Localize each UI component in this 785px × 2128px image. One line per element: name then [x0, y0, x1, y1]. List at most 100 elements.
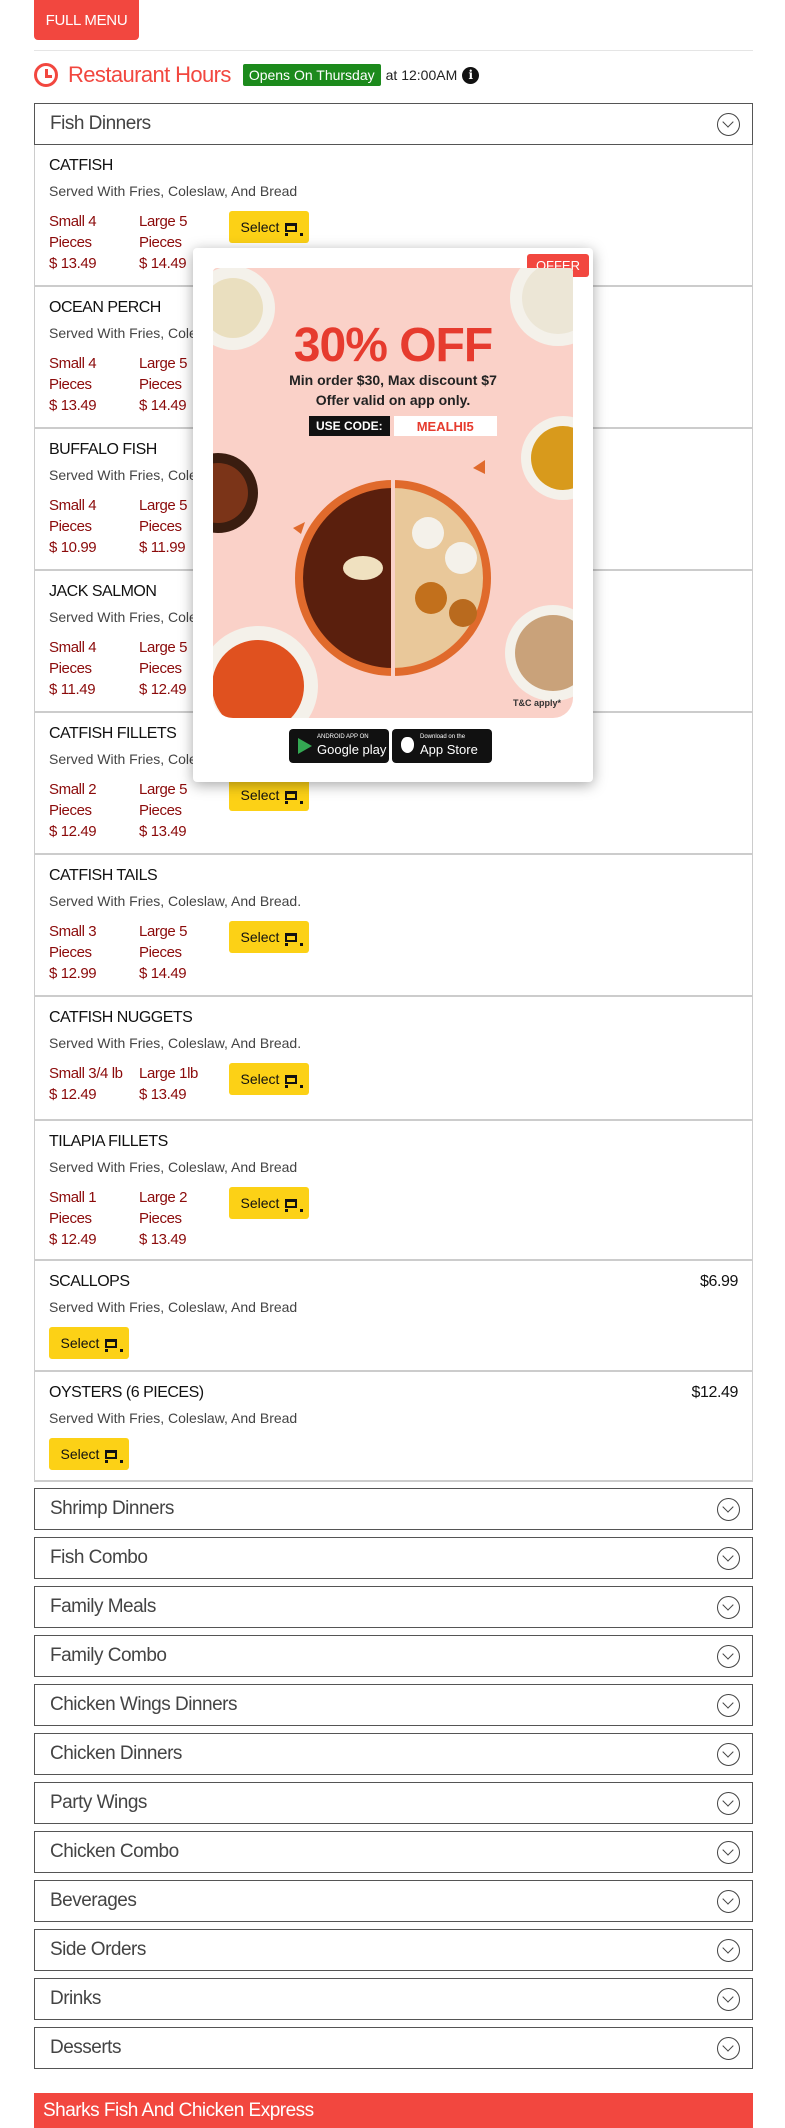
size-unit: Pieces: [139, 944, 182, 961]
divider: [34, 50, 753, 51]
category-header[interactable]: Chicken Wings Dinners: [34, 1684, 753, 1726]
google-play-icon: [298, 738, 312, 754]
restaurant-hours: Restaurant Hours Opens On Thursday at 12…: [34, 60, 480, 90]
size-price: $ 13.49: [139, 1231, 187, 1248]
size-unit: Pieces: [49, 802, 92, 819]
select-label: Select: [240, 219, 280, 235]
size-label: Large 1lb: [139, 1065, 198, 1082]
size-option: Small 2 Pieces $ 12.49: [49, 779, 129, 842]
size-option: Large 2 Pieces $ 13.49: [139, 1187, 219, 1250]
size-option: Large 5 Pieces $ 14.49: [139, 921, 219, 984]
size-unit: Pieces: [49, 518, 92, 535]
cart-icon: [285, 1198, 304, 1212]
item-name: CATFISH: [49, 157, 113, 174]
size-price: $ 13.49: [139, 823, 187, 840]
item-name: TILAPIA FILLETS: [49, 1133, 168, 1150]
category-title: Chicken Dinners: [50, 1743, 182, 1764]
category-title: Desserts: [50, 2037, 121, 2058]
chevron-icon[interactable]: [717, 1743, 740, 1766]
app-store-caption: Download on the: [420, 734, 466, 740]
select-button[interactable]: Select: [49, 1327, 129, 1359]
category-title: Chicken Combo: [50, 1841, 179, 1862]
restaurant-name-footer: Sharks Fish And Chicken Express: [34, 2093, 753, 2128]
size-option: Small 4 Pieces $ 13.49: [49, 353, 129, 416]
item-description: Served With Fries, Coleslaw, And Bread.: [49, 1035, 302, 1051]
category-header[interactable]: Desserts: [34, 2027, 753, 2069]
offer-headline: 30% OFF: [293, 319, 493, 372]
category-header[interactable]: Drinks: [34, 1978, 753, 2020]
size-price: $ 13.49: [139, 1086, 187, 1103]
select-label: Select: [240, 929, 280, 945]
item-description: Served With Fries, Coleslaw, And Bread: [49, 1410, 298, 1426]
size-label: Small 4: [49, 639, 97, 656]
item-name: BUFFALO FISH: [49, 441, 157, 458]
cart-icon: [105, 1449, 124, 1463]
category-header[interactable]: Chicken Dinners: [34, 1733, 753, 1775]
size-label: Large 2: [139, 1189, 188, 1206]
category-title: Beverages: [50, 1890, 137, 1911]
size-unit: Pieces: [49, 944, 92, 961]
category-header[interactable]: Family Meals: [34, 1586, 753, 1628]
size-option: Large 1lb $ 13.49: [139, 1063, 219, 1105]
app-store-links: ANDROID APP ON Google play Download on t…: [289, 729, 495, 763]
chevron-icon[interactable]: [717, 1841, 740, 1864]
category-header[interactable]: Chicken Combo: [34, 1831, 753, 1873]
chevron-icon[interactable]: [717, 1988, 740, 2011]
category-header[interactable]: Side Orders: [34, 1929, 753, 1971]
item-price: $12.49: [691, 1384, 738, 1401]
size-label: Large 5: [139, 213, 188, 230]
size-option: Large 5 Pieces $ 13.49: [139, 779, 219, 842]
size-price: $ 10.99: [49, 539, 97, 556]
menu-item: CATFISH TAILS Served With Fries, Coleslaw…: [35, 855, 752, 997]
category-header[interactable]: Family Combo: [34, 1635, 753, 1677]
info-icon[interactable]: i: [462, 66, 480, 84]
select-button[interactable]: Select: [229, 921, 309, 953]
full-menu-button[interactable]: FULL MENU: [34, 0, 139, 40]
size-label: Small 3: [49, 923, 97, 940]
category-title: Chicken Wings Dinners: [50, 1694, 237, 1715]
size-price: $ 12.99: [49, 965, 97, 982]
category-header[interactable]: Party Wings: [34, 1782, 753, 1824]
category-title: Fish Dinners: [50, 113, 151, 134]
category-header[interactable]: Shrimp Dinners: [34, 1488, 753, 1530]
size-label: Small 4: [49, 355, 97, 372]
hours-title: Restaurant Hours: [68, 62, 231, 87]
select-button[interactable]: Select: [229, 211, 309, 243]
chevron-icon[interactable]: [717, 1547, 740, 1570]
select-button[interactable]: Select: [229, 779, 309, 811]
offer-terms: Min order $30, Max discount $7: [289, 372, 497, 388]
offer-banner[interactable]: 30% OFF Min order $30, Max discount $7 O…: [213, 268, 573, 718]
size-label: Small 4: [49, 213, 97, 230]
google-play-caption: ANDROID APP ON: [317, 734, 369, 740]
select-button[interactable]: Select: [49, 1438, 129, 1470]
chevron-icon[interactable]: [717, 1694, 740, 1717]
size-label: Large 5: [139, 923, 188, 940]
menu-item: SCALLOPS Served With Fries, Coleslaw, And…: [35, 1261, 752, 1372]
item-price: $6.99: [699, 1273, 738, 1290]
chevron-icon[interactable]: [717, 1890, 740, 1913]
app-store-button[interactable]: Download on the App Store: [392, 729, 492, 763]
chevron-icon[interactable]: [717, 2037, 740, 2060]
chevron-icon[interactable]: [717, 1939, 740, 1962]
select-label: Select: [240, 1071, 280, 1087]
item-description: Served With Fries, Coleslaw, And Bread: [49, 1299, 298, 1315]
category-header[interactable]: Fish Combo: [34, 1537, 753, 1579]
chevron-icon[interactable]: [717, 1645, 740, 1668]
select-button[interactable]: Select: [229, 1063, 309, 1095]
category-header[interactable]: Beverages: [34, 1880, 753, 1922]
promo-code-value: MEALHI5: [393, 416, 497, 436]
size-price: $ 12.49: [49, 1086, 97, 1103]
opening-time: at 12:00AM: [385, 67, 458, 83]
chevron-icon[interactable]: [717, 1596, 740, 1619]
menu-item: OYSTERS (6 PIECES) Served With Fries, Col…: [35, 1372, 752, 1482]
chevron-icon[interactable]: [717, 1498, 740, 1521]
select-button[interactable]: Select: [229, 1187, 309, 1219]
size-option: Small 4 Pieces $ 11.49: [49, 637, 129, 700]
google-play-button[interactable]: ANDROID APP ON Google play: [289, 729, 389, 763]
chevron-icon[interactable]: [717, 1792, 740, 1815]
size-label: Large 5: [139, 781, 188, 798]
size-price: $ 12.49: [49, 1231, 97, 1248]
chevron-icon[interactable]: [717, 113, 740, 136]
size-unit: Pieces: [49, 660, 92, 677]
category-header-fish-dinners[interactable]: Fish Dinners: [34, 103, 753, 145]
